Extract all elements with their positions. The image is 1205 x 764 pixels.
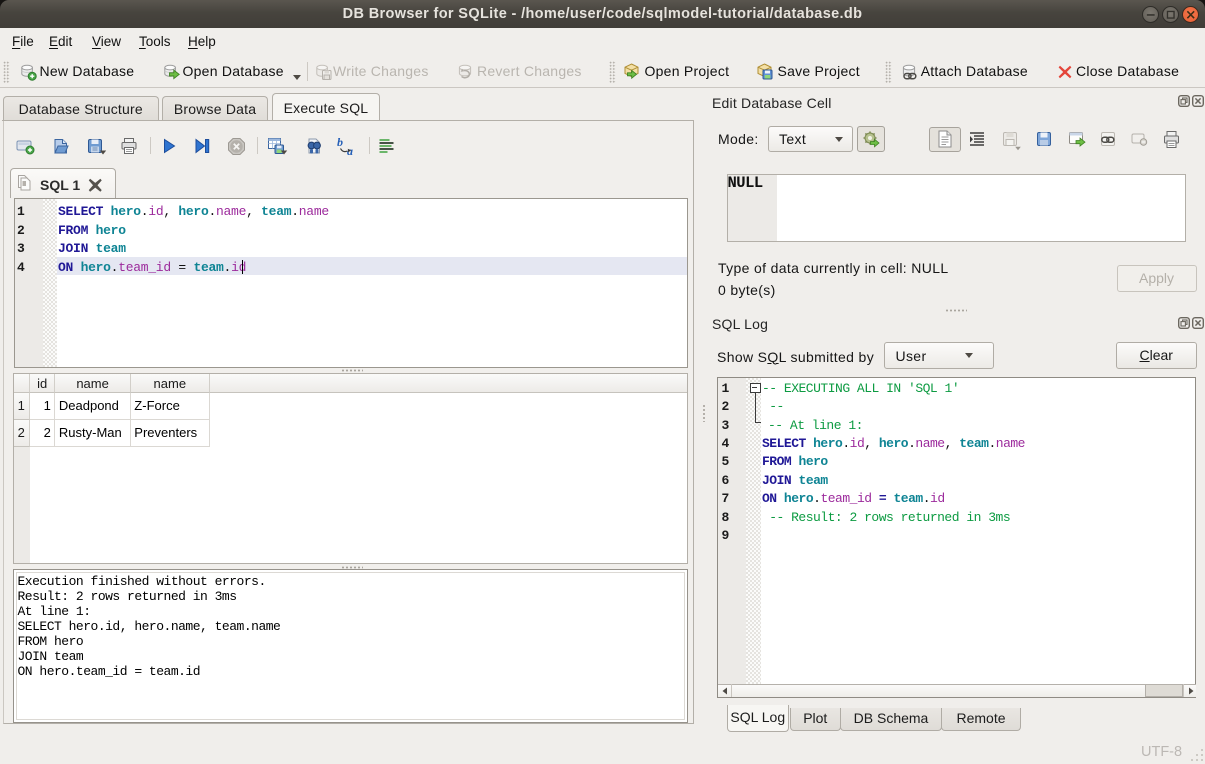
svg-text:b: b	[337, 136, 343, 149]
